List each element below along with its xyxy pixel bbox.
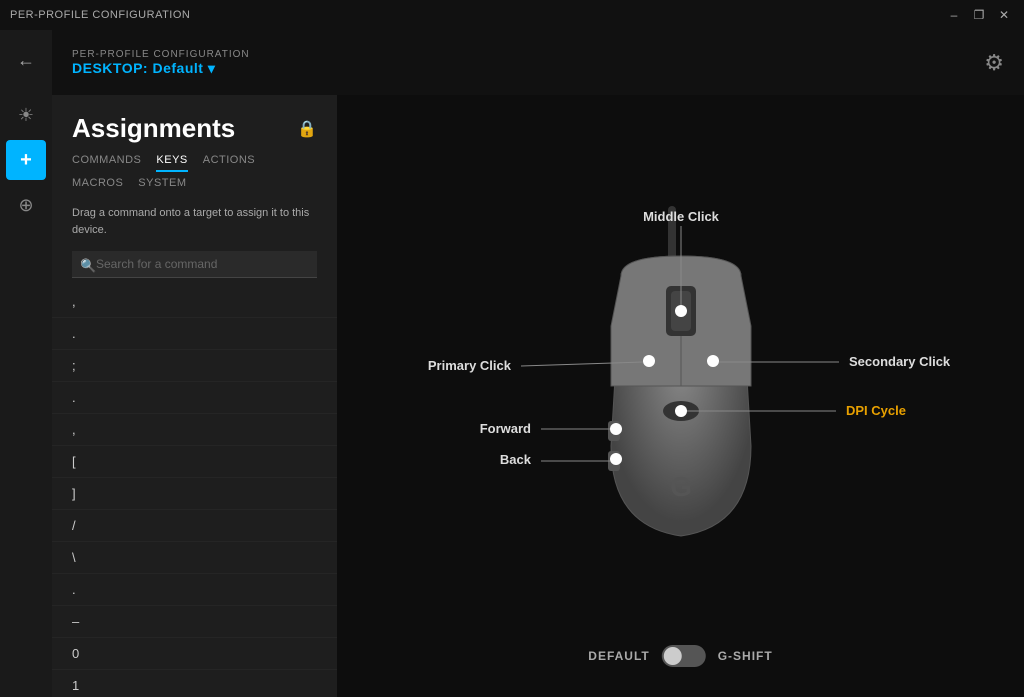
- svg-text:Middle Click: Middle Click: [643, 209, 720, 224]
- tab-keys[interactable]: KEYS: [156, 154, 187, 172]
- back-button[interactable]: ←: [6, 40, 46, 80]
- default-label: DEFAULT: [588, 649, 649, 663]
- search-input[interactable]: [72, 251, 317, 278]
- svg-text:G: G: [670, 471, 692, 502]
- list-item[interactable]: ]: [52, 478, 337, 510]
- toggle-row: DEFAULT G-SHIFT: [588, 645, 772, 667]
- sidebar-item-add[interactable]: +: [6, 140, 46, 180]
- assignments-header: Assignments 🔒: [52, 95, 337, 154]
- svg-text:Secondary Click: Secondary Click: [849, 354, 951, 369]
- list-item[interactable]: [: [52, 446, 337, 478]
- maximize-button[interactable]: ❐: [969, 5, 989, 25]
- list-item[interactable]: –: [52, 606, 337, 638]
- list-item[interactable]: ;: [52, 350, 337, 382]
- assignments-panel: Assignments 🔒 COMMANDS KEYS ACTIONS MACR…: [52, 95, 337, 697]
- title-bar-title: PER-PROFILE CONFIGURATION: [10, 9, 190, 21]
- svg-text:Primary Click: Primary Click: [427, 358, 511, 373]
- config-label: PER-PROFILE CONFIGURATION: [72, 49, 250, 60]
- header: PER-PROFILE CONFIGURATION DESKTOP: Defau…: [52, 30, 1024, 95]
- tab-actions[interactable]: ACTIONS: [203, 154, 255, 172]
- sidebar-icons: ← ☀ + ⊕: [0, 30, 52, 697]
- list-item[interactable]: .: [52, 574, 337, 606]
- main-content: G: [337, 95, 1024, 697]
- gshift-label: G-SHIFT: [718, 649, 773, 663]
- list-item[interactable]: 0: [52, 638, 337, 670]
- tabs-row2: MACROS SYSTEM: [52, 172, 337, 193]
- svg-text:DPI Cycle: DPI Cycle: [846, 403, 906, 418]
- toggle-knob: [664, 647, 682, 665]
- command-list: , . ; . , [ ] / \ . – 0 1 2 3: [52, 286, 337, 697]
- header-left: PER-PROFILE CONFIGURATION DESKTOP: Defau…: [72, 49, 250, 77]
- mouse-diagram: G: [381, 156, 981, 636]
- tab-commands[interactable]: COMMANDS: [72, 154, 141, 172]
- list-item[interactable]: .: [52, 382, 337, 414]
- settings-button[interactable]: ⚙: [984, 50, 1004, 76]
- list-item[interactable]: .: [52, 318, 337, 350]
- svg-text:Back: Back: [499, 452, 531, 467]
- list-item[interactable]: ,: [52, 414, 337, 446]
- svg-text:Forward: Forward: [479, 421, 530, 436]
- assignments-title: Assignments: [72, 113, 235, 144]
- profile-selector[interactable]: DESKTOP: Default ▾: [72, 60, 250, 77]
- search-container: 🔍: [52, 246, 337, 286]
- title-bar-left: PER-PROFILE CONFIGURATION: [10, 9, 190, 21]
- close-button[interactable]: ✕: [994, 5, 1014, 25]
- lock-icon: 🔒: [297, 119, 317, 139]
- list-item[interactable]: 1: [52, 670, 337, 697]
- toggle-switch[interactable]: [662, 645, 706, 667]
- sidebar-item-dpad[interactable]: ⊕: [6, 185, 46, 225]
- minimize-button[interactable]: –: [944, 5, 964, 25]
- tab-macros[interactable]: MACROS: [72, 177, 123, 193]
- title-bar: PER-PROFILE CONFIGURATION – ❐ ✕: [0, 0, 1024, 30]
- profile-text: DESKTOP: Default ▾: [72, 60, 215, 77]
- list-item[interactable]: /: [52, 510, 337, 542]
- title-bar-controls: – ❐ ✕: [944, 5, 1014, 25]
- list-item[interactable]: ,: [52, 286, 337, 318]
- list-item[interactable]: \: [52, 542, 337, 574]
- search-icon: 🔍: [80, 258, 96, 274]
- tab-system[interactable]: SYSTEM: [138, 177, 186, 193]
- mouse-diagram-svg: G: [381, 166, 981, 626]
- tabs-row1: COMMANDS KEYS ACTIONS: [52, 154, 337, 172]
- sidebar-item-light[interactable]: ☀: [6, 95, 46, 135]
- drag-instruction: Drag a command onto a target to assign i…: [52, 193, 337, 246]
